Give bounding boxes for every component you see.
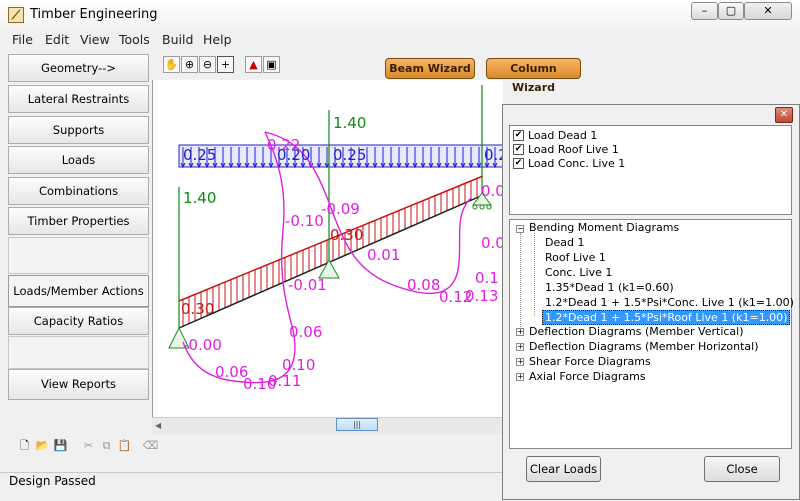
scroll-left-icon[interactable]: ◀ [155, 420, 169, 431]
support-roller [472, 204, 478, 210]
horizontal-scrollbar[interactable] [152, 417, 502, 434]
expand-icon[interactable]: + [516, 328, 524, 336]
sidebar-item-loads-member-actions[interactable]: Loads/Member Actions [8, 275, 149, 307]
app-logo-icon: ⟋ [8, 7, 24, 23]
zoom-out-icon[interactable]: ⊖ [199, 56, 216, 73]
moment-label: 0.13 [465, 287, 498, 305]
load-label: 0.25 [333, 146, 366, 164]
cut-icon[interactable]: ✂ [80, 437, 97, 454]
tree-item-roof-live[interactable]: Roof Live 1 [545, 251, 606, 264]
minimize-icon[interactable]: – [691, 2, 718, 20]
menu-build[interactable]: Build [162, 32, 193, 47]
sidebar-item-supports[interactable]: Supports [8, 116, 149, 144]
load-case-label: Load Conc. Live 1 [528, 157, 626, 170]
save-icon[interactable]: 💾 [52, 437, 69, 454]
sidebar-item-view-reports[interactable]: View Reports [8, 369, 149, 400]
sidebar-item-capacity-ratios[interactable]: Capacity Ratios [8, 307, 149, 335]
status-text: Design Passed [9, 474, 96, 488]
open-icon[interactable]: 📂 [34, 437, 51, 454]
sidebar-item-geometry[interactable]: Geometry--> [8, 54, 149, 82]
moment-label: 0.01 [367, 246, 400, 264]
sidebar-spacer [8, 336, 149, 369]
new-icon[interactable]: 🗋 [16, 437, 33, 454]
zoom-in-icon[interactable]: ⊕ [181, 56, 198, 73]
menu-help[interactable]: Help [203, 32, 232, 47]
load-case-label: Load Roof Live 1 [528, 143, 619, 156]
moment-label: 0.22 [267, 136, 300, 154]
support-roller [479, 204, 485, 210]
moment-label: -0.09 [321, 200, 360, 218]
sidebar-item-loads[interactable]: Loads [8, 146, 149, 174]
tree-node-deflection-vertical[interactable]: Deflection Diagrams (Member Vertical) [529, 325, 744, 338]
tree-node-axial-force[interactable]: Axial Force Diagrams [529, 370, 646, 383]
moment-label: 0.06 [215, 363, 248, 381]
member-load-label: 0.30 [181, 300, 214, 318]
diagram-svg: 0.25 0.20 0.25 0.2 1.40 1.40 0.30 0.30 0… [168, 85, 510, 393]
moment-label: 0.0 [481, 182, 503, 200]
clear-loads-button[interactable]: Clear Loads [526, 456, 601, 482]
eraser-icon[interactable]: ⌫ [142, 437, 159, 454]
tree-node-shear-force[interactable]: Shear Force Diagrams [529, 355, 651, 368]
pan-icon[interactable]: ✋ [163, 56, 180, 73]
load-label: 0.25 [183, 146, 216, 164]
load-roof-live-checkbox[interactable]: ✔ [513, 144, 524, 155]
reaction-label: 1.40 [183, 189, 216, 207]
crosshair-icon[interactable]: + [217, 56, 234, 73]
window-icon[interactable]: ▣ [263, 56, 280, 73]
expand-icon[interactable]: + [516, 343, 524, 351]
maximize-icon[interactable]: ▢ [718, 2, 744, 20]
load-conc-live-checkbox[interactable]: ✔ [513, 158, 524, 169]
tree-node-bending-moment[interactable]: Bending Moment Diagrams [529, 221, 679, 234]
sidebar-spacer [8, 237, 149, 274]
sidebar-item-combinations[interactable]: Combinations [8, 177, 149, 205]
paste-icon[interactable]: 📋 [116, 437, 133, 454]
load-dead-checkbox[interactable]: ✔ [513, 130, 524, 141]
close-button[interactable]: Close [704, 456, 780, 482]
column-wizard-button[interactable]: Column Wizard [486, 58, 581, 94]
reaction-label: 1.40 [333, 114, 366, 132]
scroll-thumb[interactable]: ||| [336, 418, 378, 431]
menu-tools[interactable]: Tools [119, 32, 150, 47]
tree-item-dead[interactable]: Dead 1 [545, 236, 584, 249]
color-icon[interactable]: ▲ [245, 56, 262, 73]
expand-icon[interactable]: + [516, 358, 524, 366]
load-case-label: Load Dead 1 [528, 129, 598, 142]
copy-icon[interactable]: ⧉ [98, 437, 115, 454]
collapse-icon[interactable]: − [516, 225, 524, 233]
moment-label: -0.10 [285, 212, 324, 230]
window-title: Timber Engineering [30, 7, 158, 22]
moment-label: 0.08 [407, 276, 440, 294]
tree-guide [520, 233, 522, 333]
moment-label: 0.06 [289, 323, 322, 341]
moment-label: 0.0 [481, 234, 503, 252]
sidebar-item-timber-properties[interactable]: Timber Properties [8, 207, 149, 235]
tree-node-deflection-horizontal[interactable]: Deflection Diagrams (Member Horizontal) [529, 340, 759, 353]
sidebar-item-lateral-restraints[interactable]: Lateral Restraints [8, 85, 149, 113]
member-load-label: 0.30 [330, 226, 363, 244]
moment-label: -0.01 [288, 276, 327, 294]
menu-view[interactable]: View [80, 32, 110, 47]
expand-icon[interactable]: + [516, 373, 524, 381]
load-label: 0.2 [484, 146, 503, 164]
support-roller [486, 204, 492, 210]
menu-edit[interactable]: Edit [45, 32, 69, 47]
close-icon[interactable]: ✕ [744, 2, 792, 20]
moment-label: -0.00 [183, 336, 222, 354]
tree-item-combination-selected[interactable]: 1.2*Dead 1 + 1.5*Psi*Roof Live 1 (k1=1.0… [542, 310, 791, 325]
tree-item-combination[interactable]: 1.2*Dead 1 + 1.5*Psi*Conc. Live 1 (k1=1.… [545, 296, 794, 309]
moment-label: 0.1 [475, 269, 499, 287]
panel-close-icon[interactable]: ✕ [775, 107, 793, 123]
tree-item-conc-live[interactable]: Conc. Live 1 [545, 266, 612, 279]
beam-wizard-button[interactable]: Beam Wizard [385, 58, 475, 79]
tree-guide [534, 233, 536, 316]
diagram-canvas[interactable]: 0.25 0.20 0.25 0.2 1.40 1.40 0.30 0.30 0… [152, 80, 510, 417]
tree-item-combination[interactable]: 1.35*Dead 1 (k1=0.60) [545, 281, 674, 294]
menu-file[interactable]: File [12, 32, 33, 47]
